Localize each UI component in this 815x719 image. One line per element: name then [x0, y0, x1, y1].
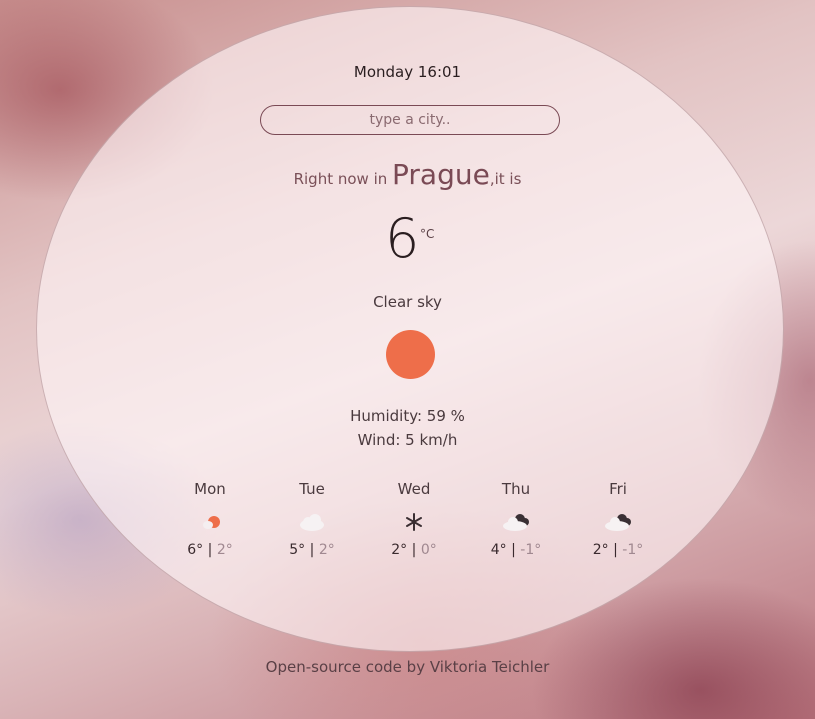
current-headline: Right now in Prague,it is [0, 158, 815, 191]
forecast-low: 2° [318, 542, 335, 558]
temperature-unit: °C [420, 227, 435, 241]
partly-sunny-icon [170, 510, 250, 534]
forecast-day: Thu 4° | -1° [476, 480, 556, 558]
forecast-separator: | [207, 542, 213, 558]
city-search-input[interactable] [260, 105, 560, 135]
city-name: Prague [392, 158, 490, 191]
forecast-day-name: Wed [397, 480, 431, 498]
forecast-day: Tue 5° | 2° [272, 480, 352, 558]
forecast-day-name: Mon [194, 480, 226, 498]
date-time: Monday 16:01 [353, 63, 462, 81]
forecast-low: 0° [420, 542, 437, 558]
forecast-separator: | [411, 542, 417, 558]
forecast-separator: | [613, 542, 618, 558]
forecast-separator: | [309, 542, 315, 558]
snowflake-icon [374, 510, 454, 534]
forecast-day-name: Thu [501, 480, 531, 498]
wind: Wind: 5 km/h [357, 431, 458, 449]
dark-cloud-icon [578, 510, 658, 534]
forecast-day: Wed 2° | 0° [374, 480, 454, 558]
forecast-low: -1° [520, 542, 542, 558]
forecast-separator: | [511, 542, 516, 558]
current-temperature: 6 [385, 207, 420, 270]
headline-prefix: Right now in [293, 170, 388, 188]
forecast-high: 4° [490, 542, 507, 558]
sun-icon [386, 330, 435, 379]
dark-cloud-icon [476, 510, 556, 534]
forecast-day: Mon 6° | 2° [170, 480, 250, 558]
humidity: Humidity: 59 % [350, 407, 465, 425]
forecast-low: 2° [216, 542, 233, 558]
forecast-high: 6° [187, 542, 204, 558]
headline-suffix: ,it is [489, 170, 522, 188]
forecast-day-name: Tue [299, 480, 325, 498]
forecast-high: 2° [592, 542, 609, 558]
cloud-icon [272, 510, 352, 534]
weather-description: Clear sky [373, 293, 442, 311]
forecast-day: Fri 2° | -1° [578, 480, 658, 558]
footer-credit[interactable]: Open-source code by Viktoria Teichler [0, 658, 815, 676]
forecast-low: -1° [622, 542, 644, 558]
forecast-high: 5° [289, 542, 306, 558]
forecast-day-name: Fri [609, 480, 627, 498]
forecast-high: 2° [391, 542, 408, 558]
